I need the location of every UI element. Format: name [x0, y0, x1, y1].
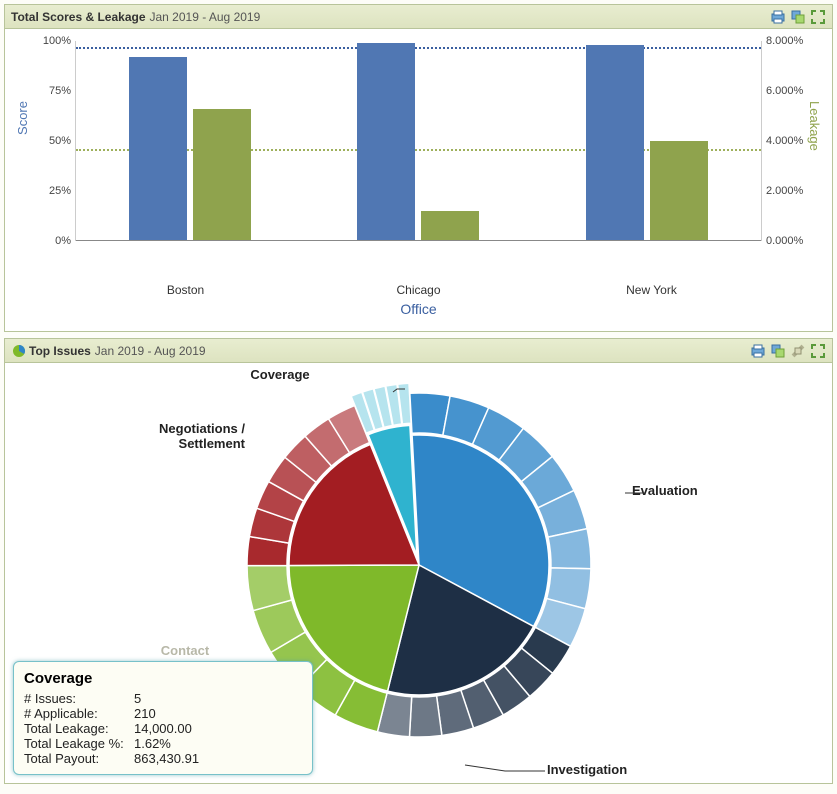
leakage-bar[interactable] — [193, 109, 251, 242]
y-left-tick: 75% — [49, 85, 71, 97]
leakage-bar[interactable] — [421, 211, 479, 241]
print-icon[interactable] — [750, 343, 766, 359]
score-bar[interactable] — [357, 43, 415, 241]
slice-label-investigation: Investigation — [547, 762, 667, 777]
bar-chart-body: Score 0%25%50%75%100% Leakage 0.000%2.00… — [5, 29, 832, 331]
slice-label-negotiations: Negotiations / Settlement — [125, 421, 245, 451]
leakage-bar[interactable] — [650, 141, 708, 241]
bar-group — [533, 41, 761, 241]
y-left-tick: 25% — [49, 185, 71, 197]
tooltip-val: 210 — [134, 706, 302, 721]
panel-subtitle: Jan 2019 - Aug 2019 — [150, 10, 261, 24]
tooltip-key: Total Leakage: — [24, 721, 134, 736]
tooltip-title: Coverage — [24, 670, 302, 687]
panel-title: Total Scores & Leakage — [11, 10, 146, 24]
panel-subtitle: Jan 2019 - Aug 2019 — [95, 344, 206, 358]
x-category-label: Chicago — [302, 277, 535, 297]
bar-group — [76, 41, 304, 241]
tooltip-val: 5 — [134, 691, 302, 706]
tooltip-key: Total Payout: — [24, 751, 134, 766]
tooltip-val: 1.62% — [134, 736, 302, 751]
copy-icon[interactable] — [770, 343, 786, 359]
score-bar[interactable] — [129, 57, 187, 241]
y-left-tick: 100% — [43, 35, 71, 47]
sunburst-chart: Coverage Negotiations / Settlement Evalu… — [5, 363, 832, 783]
slice-label-contact: Contact — [145, 643, 225, 658]
y-left-tick: 50% — [49, 135, 71, 147]
tooltip-val: 863,430.91 — [134, 751, 302, 766]
score-bar[interactable] — [586, 45, 644, 241]
y-right-tick: 0.000% — [766, 235, 803, 247]
x-axis-title: Office — [13, 297, 824, 323]
y-left-tick: 0% — [55, 235, 71, 247]
y-right-tick: 6.000% — [766, 85, 803, 97]
tooltip-val: 14,000.00 — [134, 721, 302, 736]
panel-header: Total Scores & Leakage Jan 2019 - Aug 20… — [5, 5, 832, 29]
bar-group — [304, 41, 532, 241]
panel-title: Top Issues — [29, 344, 91, 358]
tooltip-key: Total Leakage %: — [24, 736, 134, 751]
chart-pie-icon — [11, 343, 29, 359]
y-right-tick: 8.000% — [766, 35, 803, 47]
y-right-tick: 2.000% — [766, 185, 803, 197]
sunburst-slice[interactable] — [409, 695, 441, 736]
copy-icon[interactable] — [790, 9, 806, 25]
bar-chart: Score 0%25%50%75%100% Leakage 0.000%2.00… — [13, 37, 824, 277]
top-issues-panel: Top Issues Jan 2019 - Aug 2019 Coverage … — [4, 338, 833, 784]
print-icon[interactable] — [770, 9, 786, 25]
expand-icon[interactable] — [810, 9, 826, 25]
tooltip-key: # Applicable: — [24, 706, 134, 721]
slice-label-coverage: Coverage — [235, 367, 325, 382]
y-right-tick: 4.000% — [766, 135, 803, 147]
expand-icon[interactable] — [810, 343, 826, 359]
x-category-label: New York — [535, 277, 768, 297]
scores-leakage-panel: Total Scores & Leakage Jan 2019 - Aug 20… — [4, 4, 833, 332]
slice-label-evaluation: Evaluation — [632, 483, 732, 498]
panel-header: Top Issues Jan 2019 - Aug 2019 — [5, 339, 832, 363]
slice-tooltip: Coverage # Issues:5 # Applicable:210 Tot… — [13, 661, 313, 775]
x-category-label: Boston — [69, 277, 302, 297]
settings-icon[interactable] — [790, 343, 806, 359]
tooltip-key: # Issues: — [24, 691, 134, 706]
